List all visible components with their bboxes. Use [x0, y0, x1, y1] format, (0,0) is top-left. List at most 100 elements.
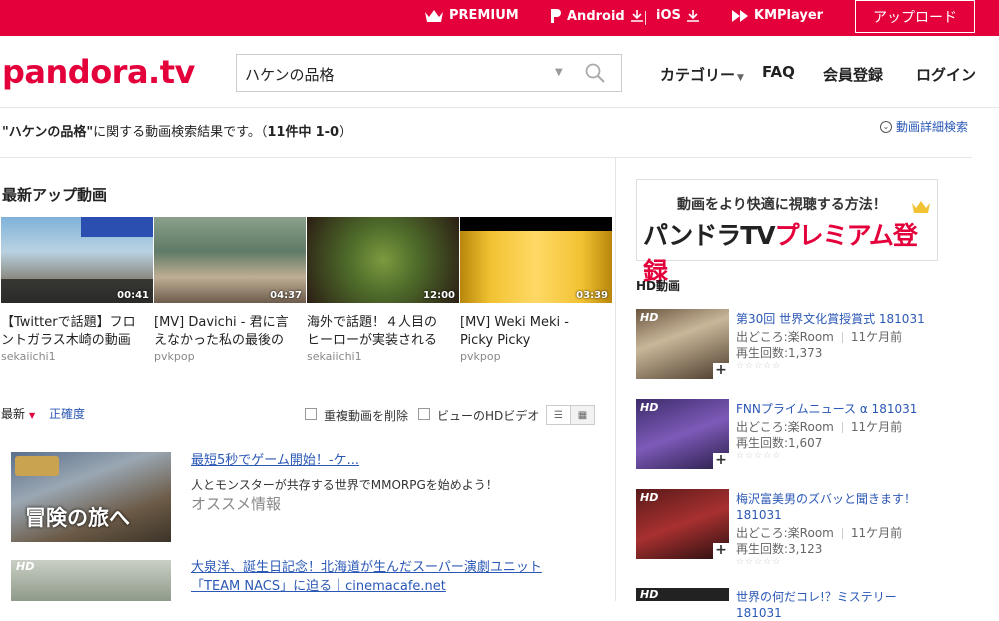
hd-only-label: ビューのHDビデオ: [437, 409, 540, 423]
nav-category[interactable]: カテゴリー ▼: [660, 64, 744, 85]
video-duration: 04:37: [270, 290, 302, 301]
search-icon[interactable]: [584, 62, 606, 84]
hd-video-meta: 出どころ:楽Room 11ケ月前: [736, 328, 902, 345]
video-duration: 03:39: [576, 290, 608, 301]
hd-badge: HD: [640, 491, 659, 504]
premium-banner[interactable]: 動画をより快適に視聴する方法！ パンドラTVプレミアム登録: [636, 179, 938, 286]
hd-video-age: 11ケ月前: [850, 420, 903, 434]
thumb-overlay: [460, 217, 612, 231]
banner-tagline: 動画をより快適に視聴する方法！: [677, 197, 887, 213]
video-title[interactable]: 海外で話題！４人目のヒーローが実装される: [307, 314, 449, 350]
hd-video-views: 再生回数:1,607: [736, 436, 823, 450]
detail-search-label: 動画詳細検索: [896, 120, 969, 134]
upload-button[interactable]: アップロード: [855, 0, 975, 33]
result-close: ）: [339, 125, 353, 140]
hd-video-source[interactable]: 出どころ:楽Room: [736, 526, 834, 540]
hd-video-thumbnail[interactable]: HD: [636, 588, 729, 601]
hd-video-meta: 出どころ:楽Room 11ケ月前: [736, 524, 902, 541]
video-title[interactable]: 【Twitterで話題】フロントガラス木崎の動画: [1, 314, 143, 350]
sort-latest[interactable]: 最新 ▼: [1, 405, 35, 422]
topbar-divider: [645, 11, 646, 25]
crown-icon: [912, 201, 930, 213]
hd-video-meta: 出どころ:楽Room 11ケ月前: [736, 418, 902, 435]
video-duration: 00:41: [117, 290, 149, 301]
video-title[interactable]: [MV] Davichi - 君に言えなかった私の最後の: [154, 314, 296, 350]
kmplayer-icon: [732, 9, 748, 22]
hd-badge: HD: [16, 560, 35, 573]
rating-stars: ☆☆☆☆☆: [736, 451, 782, 461]
ios-link[interactable]: iOS: [656, 8, 700, 23]
dedupe-checkbox[interactable]: [305, 408, 317, 420]
latest-section-title: 最新アップ動画: [2, 186, 108, 204]
search-box[interactable]: ハケンの品格 ▼: [236, 54, 622, 92]
android-label: Android: [567, 8, 625, 24]
add-to-list-icon[interactable]: +: [713, 363, 729, 379]
hd-video-title[interactable]: 第30回 世界文化賞授賞式 181031: [736, 311, 926, 327]
video-channel[interactable]: pvkpop: [460, 350, 501, 363]
column-divider: [615, 158, 616, 601]
crown-icon: [425, 9, 443, 22]
ad-description: 人とモンスターが共存する世界でMMORPGを始めよう！: [191, 478, 498, 492]
video-channel[interactable]: sekaiichi1: [1, 350, 56, 363]
search-dropdown-icon[interactable]: ▼: [555, 67, 563, 78]
download-icon: [630, 10, 643, 22]
video-channel[interactable]: pvkpop: [154, 350, 195, 363]
video-thumbnail[interactable]: 04:37: [154, 217, 306, 303]
kmplayer-link[interactable]: KMPlayer: [731, 8, 823, 23]
kmplayer-label: KMPlayer: [754, 8, 824, 23]
download-icon: [686, 9, 699, 22]
video-thumbnail[interactable]: 12:00: [307, 217, 459, 303]
video-channel[interactable]: sekaiichi1: [307, 350, 362, 363]
premium-link[interactable]: PREMIUM: [424, 8, 519, 23]
nav-register[interactable]: 会員登録: [823, 64, 883, 85]
ad-thumbnail[interactable]: HD: [11, 560, 171, 601]
hd-badge: HD: [640, 588, 659, 601]
ad-thumbnail-caption: 冒険の旅へ: [25, 506, 130, 530]
detail-search-link[interactable]: ⌄ 動画詳細検索: [880, 118, 968, 135]
hd-video-title[interactable]: 世界の何だコレ!？ミステリー 181031: [736, 589, 926, 621]
ios-label: iOS: [656, 8, 681, 23]
ad-thumbnail[interactable]: 冒険の旅へ: [11, 452, 171, 542]
hd-video-thumbnail[interactable]: HD +: [636, 309, 729, 379]
rating-stars: ☆☆☆☆☆: [736, 361, 782, 371]
nav-faq[interactable]: FAQ: [762, 63, 795, 81]
hd-video-source[interactable]: 出どころ:楽Room: [736, 420, 834, 434]
add-to-list-icon[interactable]: +: [713, 453, 729, 469]
hd-badge: HD: [640, 311, 659, 324]
pandora-p-icon: [551, 9, 561, 23]
sort-accuracy[interactable]: 正確度: [49, 405, 85, 422]
view-toggle[interactable]: ☰ ▦: [546, 405, 595, 425]
site-header: pandora.tv ハケンの品格 ▼ カテゴリー ▼ FAQ 会員登録 ログイン: [0, 36, 999, 108]
premium-label: PREMIUM: [449, 8, 519, 23]
banner-headline: パンドラTVプレミアム登録: [643, 216, 937, 288]
nav-category-label: カテゴリー: [660, 66, 736, 84]
result-count: 11件中: [267, 125, 312, 140]
result-query: "ハケンの品格": [2, 125, 94, 140]
hd-video-thumbnail[interactable]: HD +: [636, 399, 729, 469]
meta-divider: [841, 422, 843, 433]
thumb-logo: [15, 456, 59, 476]
divider: [0, 157, 972, 158]
chevron-down-icon: ▼: [737, 73, 744, 83]
search-input[interactable]: ハケンの品格: [245, 64, 335, 85]
nav-login[interactable]: ログイン: [916, 64, 976, 85]
ad-title-link[interactable]: 大泉洋、誕生日記念！北海道が生んだスーパー演劇ユニット「TEAM NACS」に迫…: [191, 558, 591, 596]
video-title[interactable]: [MV] Weki Meki - Picky Picky: [460, 314, 602, 350]
hd-video-age: 11ケ月前: [850, 330, 903, 344]
android-link[interactable]: Android: [550, 8, 644, 24]
site-logo[interactable]: pandora.tv: [2, 53, 195, 91]
hd-video-source[interactable]: 出どころ:楽Room: [736, 330, 834, 344]
video-thumbnail[interactable]: 00:41: [1, 217, 153, 303]
top-bar: PREMIUM Android iOS KMPlayer アップロード: [0, 0, 999, 36]
detail-view-icon[interactable]: ▦: [570, 406, 594, 424]
video-thumbnail[interactable]: 03:39: [460, 217, 612, 303]
meta-divider: [841, 528, 843, 539]
hd-video-title[interactable]: FNNプライムニュース α 181031: [736, 401, 926, 417]
hd-only-checkbox[interactable]: [418, 408, 430, 420]
ad-title-link[interactable]: 最短5秒でゲーム開始！-ケ...: [191, 451, 359, 470]
hd-video-title[interactable]: 梅沢富美男のズバッと聞きます！181031: [736, 491, 926, 523]
list-view-icon[interactable]: ☰: [547, 406, 570, 424]
hd-video-thumbnail[interactable]: HD +: [636, 489, 729, 559]
add-to-list-icon[interactable]: +: [713, 543, 729, 559]
ad-sponsor-label: オススメ情報: [191, 495, 282, 513]
